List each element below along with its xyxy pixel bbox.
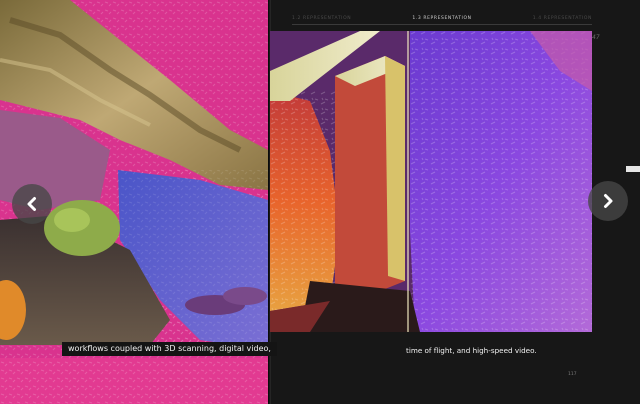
chevron-right-icon — [604, 194, 613, 208]
right-photo — [270, 31, 592, 332]
section-navigation: 1.2 REPRESENTATION 1.3 REPRESENTATION 1.… — [292, 13, 592, 23]
chevron-left-icon — [27, 197, 36, 211]
prev-page-button[interactable] — [12, 184, 52, 224]
page-number: 117 — [568, 372, 577, 377]
right-artwork-image — [270, 31, 592, 332]
section-link-prev[interactable]: 1.2 REPRESENTATION — [292, 16, 351, 21]
page-marker: 47 — [592, 34, 600, 41]
right-caption: time of flight, and high-speed video. — [406, 346, 537, 355]
section-link-next[interactable]: 1.4 REPRESENTATION — [533, 16, 592, 21]
side-index-marker — [626, 166, 640, 172]
side-index — [612, 62, 638, 382]
next-page-button[interactable] — [588, 181, 628, 221]
section-link-current[interactable]: 1.3 REPRESENTATION — [412, 16, 471, 21]
header-rule — [292, 24, 592, 25]
left-caption: workflows coupled with 3D scanning, digi… — [62, 342, 277, 356]
